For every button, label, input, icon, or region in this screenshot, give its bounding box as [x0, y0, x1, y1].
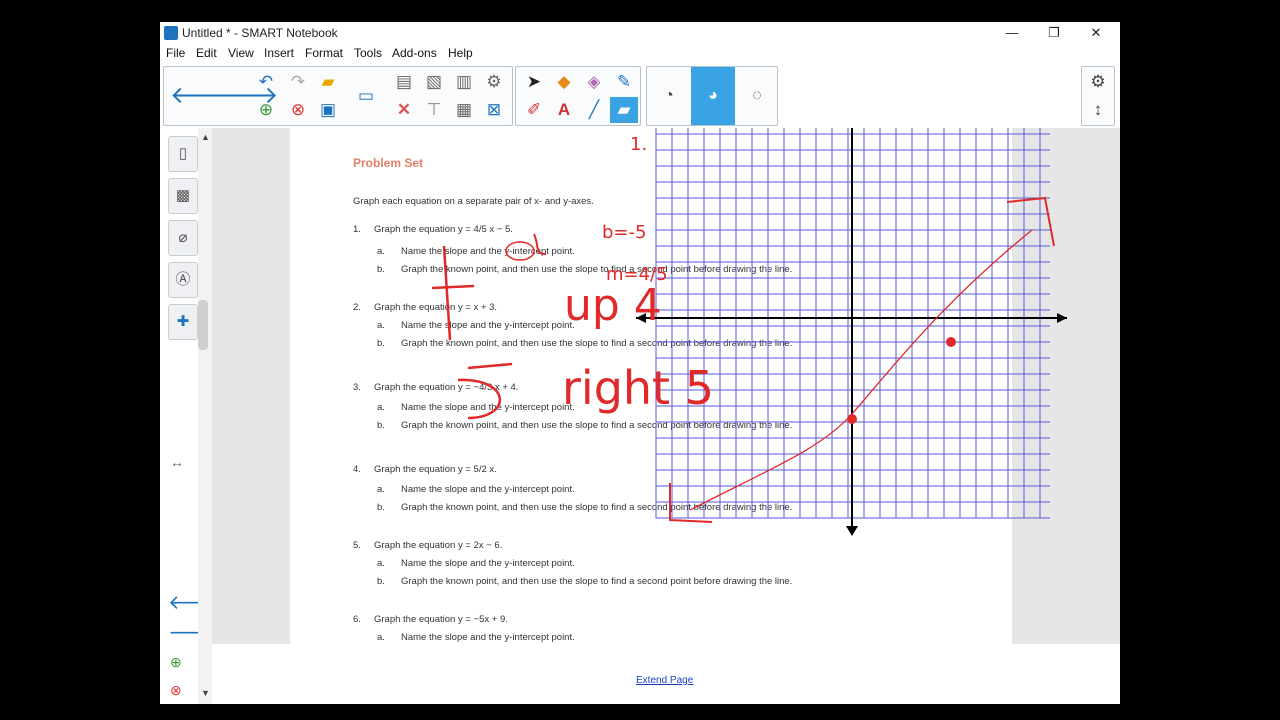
- eraser-icon[interactable]: ◈: [580, 69, 608, 95]
- redo-icon[interactable]: ↷: [284, 69, 312, 95]
- ink-number: 1.: [630, 134, 647, 155]
- line-icon[interactable]: ╱: [580, 97, 608, 123]
- save-icon[interactable]: ▣: [314, 97, 342, 123]
- ink-stroke-1: [442, 245, 452, 341]
- menu-edit[interactable]: Edit: [196, 46, 217, 60]
- screen-capture-icon[interactable]: ▥: [450, 69, 478, 95]
- scroll-up-icon[interactable]: ▲: [201, 132, 210, 142]
- app-icon: [164, 26, 178, 40]
- restore-button[interactable]: ❐: [1032, 22, 1076, 44]
- pen-type-2-icon[interactable]: ◕: [691, 67, 735, 125]
- fill-icon[interactable]: ◆: [550, 69, 578, 95]
- ink-stroke-3: [467, 362, 513, 370]
- app-window: Untitled * - SMART Notebook — ❐ ✕ File E…: [160, 22, 1120, 704]
- ink-b-value: b=-5: [602, 222, 646, 243]
- properties-gear-icon[interactable]: ⚙: [1084, 69, 1112, 95]
- graphed-line: [689, 229, 1033, 511]
- delete-page-icon[interactable]: ⊗: [284, 97, 312, 123]
- scroll-thumb[interactable]: [198, 300, 208, 350]
- forward-arrow-icon[interactable]: 🡒: [214, 83, 278, 109]
- circle-ink: [533, 233, 547, 255]
- add-ons-icon[interactable]: ✚: [168, 304, 198, 340]
- add-page-icon[interactable]: ⊕: [252, 97, 280, 123]
- menu-tools[interactable]: Tools: [354, 46, 382, 60]
- undo-icon[interactable]: ↶: [252, 69, 280, 95]
- menu-format[interactable]: Format: [305, 46, 343, 60]
- wand-icon[interactable]: ⚙: [480, 69, 508, 95]
- minimize-button[interactable]: —: [990, 22, 1034, 44]
- menu-help[interactable]: Help: [448, 46, 473, 60]
- sidebar: ▯ ▩ ⌀ Ⓐ ✚ ↔ 🡐 🡒 ⊕ ⊗ ▲ ▼: [160, 128, 222, 704]
- extend-page-link[interactable]: Extend Page: [636, 675, 693, 686]
- paste-icon[interactable]: ▤: [390, 69, 418, 95]
- close-button[interactable]: ✕: [1074, 22, 1118, 44]
- toolbar-group-pen-types: ◔ ◕ ◌: [646, 66, 778, 126]
- open-folder-icon[interactable]: ▰: [314, 69, 342, 95]
- page-sorter-icon[interactable]: ▯: [168, 136, 198, 172]
- menu-add-ons[interactable]: Add-ons: [392, 46, 437, 60]
- toolbar: 🡐 🡒 ↶ ↷ ▰ ⊕ ⊗ ▣ ▭ ▤ ▧ ▥ ⚙ ✕ ⊤ ▦ ⊠ ➤ ◆ ◈ …: [163, 66, 1118, 126]
- menu-insert[interactable]: Insert: [264, 46, 294, 60]
- attachments-icon[interactable]: ⌀: [168, 220, 198, 256]
- toolbar-group-main: 🡐 🡒 ↶ ↷ ▰ ⊕ ⊗ ▣ ▭ ▤ ▧ ▥ ⚙ ✕ ⊤ ▦ ⊠: [163, 66, 513, 126]
- delete-icon[interactable]: ✕: [390, 97, 418, 123]
- title-bar: Untitled * - SMART Notebook — ❐ ✕: [160, 22, 1120, 44]
- menu-view[interactable]: View: [228, 46, 254, 60]
- select-icon[interactable]: ➤: [520, 69, 548, 95]
- second-point: [946, 337, 956, 347]
- table-icon[interactable]: ▦: [450, 97, 478, 123]
- pens-icon[interactable]: ✐: [520, 97, 548, 123]
- add-page-icon[interactable]: ⊕: [170, 654, 182, 671]
- window-title: Untitled * - SMART Notebook: [182, 26, 338, 40]
- sidebar-scrollbar[interactable]: ▲ ▼: [198, 128, 212, 704]
- scroll-down-icon[interactable]: ▼: [201, 688, 210, 698]
- pen-type-1-icon[interactable]: ◔: [647, 67, 691, 125]
- insert-picture-icon[interactable]: ▧: [420, 69, 448, 95]
- close-box-icon[interactable]: ⊠: [480, 97, 508, 123]
- arrow-head-ink: [1006, 196, 1055, 247]
- toolbar-move-icon[interactable]: ↕: [1084, 97, 1112, 123]
- resize-sidebar-icon[interactable]: ↔: [170, 454, 184, 470]
- back-arrow-icon[interactable]: 🡐: [170, 83, 234, 109]
- menu-bar: File Edit View Insert Format Tools Add-o…: [160, 44, 1120, 64]
- menu-file[interactable]: File: [166, 46, 185, 60]
- ink-layer: b=-5 m=4/5 up 4 right 5 1.: [431, 128, 1067, 536]
- ink-up-4: up 4: [564, 280, 662, 331]
- delete-page-icon[interactable]: ⊗: [170, 682, 182, 699]
- ink-stroke-4: [457, 378, 501, 420]
- ink-right-5: right 5: [562, 361, 714, 415]
- x-axis-arrow-right: [1057, 313, 1067, 323]
- ink-stroke-2: [431, 284, 475, 290]
- y-axis-arrow-down: [846, 526, 858, 536]
- pen-type-3-icon[interactable]: ◌: [735, 67, 779, 125]
- shapes-icon[interactable]: ▰: [610, 97, 638, 123]
- toolbar-group-tools: ➤ ◆ ◈ ✎ ✐ A ╱ ▰: [515, 66, 641, 126]
- toolbar-group-settings: ⚙ ↕: [1081, 66, 1115, 126]
- circled-term-ink: [505, 241, 535, 261]
- text-icon[interactable]: A: [550, 97, 578, 123]
- magic-pen-icon[interactable]: ✎: [610, 69, 638, 95]
- screen-display-icon[interactable]: ▭: [352, 83, 380, 109]
- properties-icon[interactable]: Ⓐ: [168, 262, 198, 298]
- document-camera-icon[interactable]: ⊤: [420, 97, 448, 123]
- y-intercept-point: [847, 414, 857, 424]
- gallery-icon[interactable]: ▩: [168, 178, 198, 214]
- whiteboard-canvas[interactable]: Problem Set Graph each equation on a sep…: [212, 128, 1120, 704]
